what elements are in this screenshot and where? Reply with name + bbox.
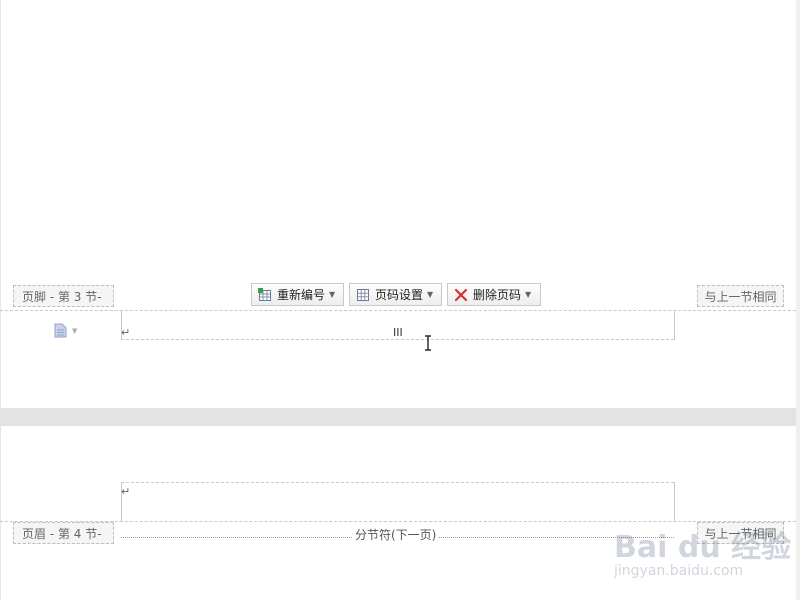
page-gap <box>0 408 800 426</box>
chevron-down-icon: ▼ <box>427 290 434 299</box>
delete-x-icon <box>454 288 468 301</box>
chevron-down-icon: ▼ <box>525 290 532 299</box>
renumber-label: 重新编号 <box>277 288 326 302</box>
chevron-down-icon: ▼ <box>72 326 78 335</box>
header-text-top-border <box>121 482 674 483</box>
insert-page-number-dropdown[interactable]: ▼ <box>54 323 77 338</box>
footer-right-margin <box>674 310 675 340</box>
document-editor: 页脚 - 第 3 节- 与上一节相同 重新编号 ▼ 页码设置 ▼ 删除页码 ▼ … <box>0 0 800 600</box>
section-break-label: 分节符(下一页) <box>353 526 439 543</box>
footer-same-as-previous-button[interactable]: 与上一节相同 <box>697 285 784 307</box>
renumber-button[interactable]: 重新编号 ▼ <box>251 283 344 306</box>
footer-text-bottom-border <box>121 339 674 340</box>
page-upper <box>0 0 797 408</box>
chevron-down-icon: ▼ <box>329 290 336 299</box>
text-cursor-icon <box>425 335 431 351</box>
header-right-margin <box>674 482 675 522</box>
header-paragraph-mark: ↵ <box>121 485 131 498</box>
page-setup-grid-icon <box>357 288 369 301</box>
document-icon <box>54 323 67 338</box>
page-setup-label: 页码设置 <box>375 288 424 302</box>
page-lower <box>0 426 797 600</box>
delete-page-number-button[interactable]: 删除页码 ▼ <box>447 283 541 306</box>
page-number-field[interactable]: III <box>393 326 403 339</box>
header-bottom-border <box>0 521 796 522</box>
delete-label: 删除页码 <box>473 288 522 302</box>
footer-top-border <box>0 310 796 311</box>
header-same-as-previous-button[interactable]: 与上一节相同 <box>697 522 784 544</box>
footer-paragraph-mark: ↵ <box>121 326 131 339</box>
renumber-grid-icon <box>258 287 271 301</box>
page-setup-button[interactable]: 页码设置 ▼ <box>349 283 442 306</box>
header-section-tag: 页眉 - 第 4 节- <box>13 522 114 544</box>
scrollbar-track[interactable] <box>796 0 800 600</box>
footer-section-tag: 页脚 - 第 3 节- <box>13 285 114 307</box>
